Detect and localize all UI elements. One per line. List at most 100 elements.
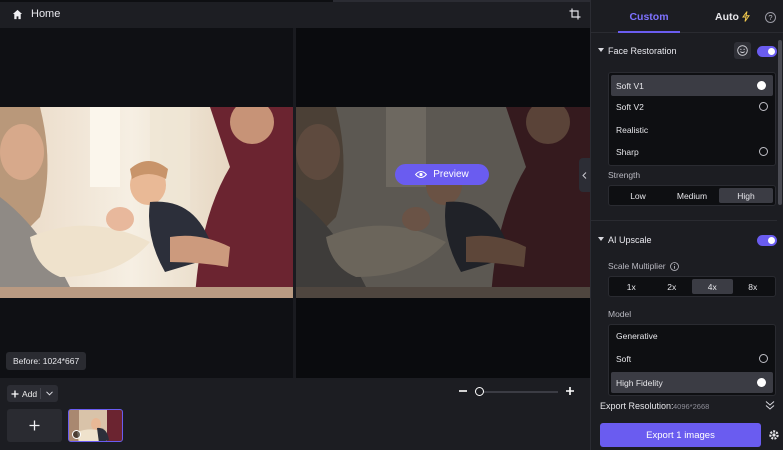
scale-option-4x[interactable]: 4x: [692, 279, 733, 294]
ai-upscale-title: AI Upscale: [608, 235, 652, 245]
gear-icon[interactable]: [768, 429, 780, 441]
face-model-label: Soft V2: [616, 102, 644, 113]
face-model-label: Sharp: [616, 147, 639, 158]
scale-multiplier-selector: 1x 2x 4x 8x: [608, 276, 776, 297]
upscale-model-label: High Fidelity: [616, 377, 663, 388]
settings-scrollbar[interactable]: [777, 34, 783, 396]
tab-auto[interactable]: Auto: [715, 0, 750, 33]
info-icon[interactable]: [669, 261, 679, 271]
plus-icon: [11, 390, 19, 397]
face-model-option[interactable]: Soft V1: [611, 75, 773, 96]
mode-tabs: Custom Auto ?: [591, 0, 783, 33]
double-chevron-down-icon[interactable]: [765, 400, 775, 410]
upscale-model-option[interactable]: Generative: [609, 325, 775, 348]
home-icon: [12, 9, 23, 19]
after-image: [296, 107, 590, 298]
add-image-tile[interactable]: [7, 409, 62, 442]
export-resolution-value: 4096*2668: [673, 402, 710, 411]
image-thumbnail[interactable]: [68, 409, 123, 442]
upscale-model-option[interactable]: High Fidelity: [611, 372, 773, 393]
chevron-left-icon: [582, 171, 587, 179]
before-image: [0, 107, 293, 298]
scrollbar-thumb[interactable]: [778, 40, 782, 205]
zoom-out-minus-icon[interactable]: [458, 386, 468, 396]
after-overlay-bottom: [296, 298, 590, 378]
face-model-label: Soft V1: [616, 80, 644, 91]
strength-option-high[interactable]: High: [719, 188, 773, 203]
window-grip-highlight: [333, 0, 590, 2]
download-icon[interactable]: [759, 102, 768, 111]
toggle-knob: [768, 237, 775, 244]
model-label: Model: [608, 309, 632, 319]
filmstrip-bar: Add: [0, 378, 590, 450]
face-model-option[interactable]: Soft V2: [609, 96, 775, 119]
export-resolution-row: Export Resolution: 4096*2668: [591, 396, 783, 416]
ai-upscale-header: AI Upscale: [591, 229, 777, 251]
workspace: Home Before: 1024*667 Preview Add: [0, 0, 590, 450]
scale-option-8x[interactable]: 8x: [733, 279, 774, 294]
scale-option-1x[interactable]: 1x: [611, 279, 652, 294]
clock-icon: [72, 430, 81, 439]
face-icon: [737, 45, 748, 56]
section-divider: [591, 220, 777, 221]
face-model-label: Realistic: [616, 124, 649, 135]
face-model-option[interactable]: Sharp: [609, 141, 775, 164]
chevron-down-icon: [46, 391, 53, 396]
tab-custom-label: Custom: [629, 10, 669, 23]
zoom-slider-handle[interactable]: [475, 387, 484, 396]
export-button[interactable]: Export 1 images: [600, 423, 761, 447]
upscale-model-option[interactable]: Soft: [609, 348, 775, 371]
check-icon: [757, 378, 766, 387]
before-resolution-badge: Before: 1024*667: [6, 352, 87, 370]
add-label: Add: [22, 388, 38, 399]
face-restoration-toggle[interactable]: [757, 46, 777, 57]
settings-scroll-area[interactable]: Face Restoration Soft V1 Soft V2 Realist…: [591, 34, 777, 396]
upscale-model-label: Soft: [616, 353, 632, 364]
home-label: Home: [31, 8, 61, 20]
zoom-in-plus-icon[interactable]: [565, 386, 575, 396]
scale-option-2x[interactable]: 2x: [652, 279, 693, 294]
after-overlay-top: [296, 28, 590, 107]
tab-auto-label: Auto: [715, 10, 739, 23]
after-photo: [296, 107, 590, 298]
check-icon: [757, 81, 766, 90]
ai-upscale-toggle[interactable]: [757, 235, 777, 246]
toggle-knob: [768, 48, 775, 55]
face-model-list: Soft V1 Soft V2 Realistic Sharp: [608, 72, 776, 166]
plus-icon: [29, 420, 40, 431]
before-photo: [0, 107, 293, 298]
add-button[interactable]: Add: [7, 385, 40, 402]
settings-panel: Custom Auto ? Face Restoration Soft V1 S…: [590, 0, 783, 450]
collapse-panel-tab[interactable]: [579, 158, 590, 192]
lightning-icon: [741, 11, 750, 22]
strength-label: Strength: [608, 170, 641, 180]
image-canvas: Before: 1024*667: [0, 28, 590, 378]
face-model-option[interactable]: Realistic: [609, 119, 775, 142]
top-bar: Home: [0, 0, 590, 28]
crop-icon[interactable]: [569, 8, 581, 20]
scale-multiplier-label-group: Scale Multiplier: [608, 261, 679, 271]
ai-upscale-collapse-caret[interactable]: [598, 237, 604, 241]
face-detect-button[interactable]: [734, 42, 751, 59]
strength-option-low[interactable]: Low: [611, 188, 665, 203]
upscale-model-list: Generative Soft High Fidelity: [608, 324, 776, 396]
download-icon[interactable]: [759, 147, 768, 156]
active-tab-underline: [618, 31, 680, 33]
face-restoration-title: Face Restoration: [608, 46, 677, 56]
help-icon[interactable]: ?: [765, 12, 776, 23]
add-button-group: Add: [7, 385, 58, 402]
strength-option-medium[interactable]: Medium: [665, 188, 719, 203]
add-dropdown-button[interactable]: [41, 385, 58, 402]
upscale-model-label: Generative: [616, 331, 658, 342]
scale-multiplier-label: Scale Multiplier: [608, 261, 666, 271]
preview-button[interactable]: Preview: [395, 164, 489, 185]
eye-icon: [415, 171, 428, 178]
zoom-slider-track[interactable]: [477, 391, 558, 393]
tab-custom[interactable]: Custom: [618, 0, 680, 33]
home-button[interactable]: Home: [12, 8, 60, 20]
download-icon[interactable]: [759, 353, 768, 363]
face-restoration-collapse-caret[interactable]: [598, 48, 604, 52]
preview-label: Preview: [433, 169, 469, 180]
strength-selector: Low Medium High: [608, 185, 776, 206]
export-resolution-label: Export Resolution:: [600, 401, 674, 411]
